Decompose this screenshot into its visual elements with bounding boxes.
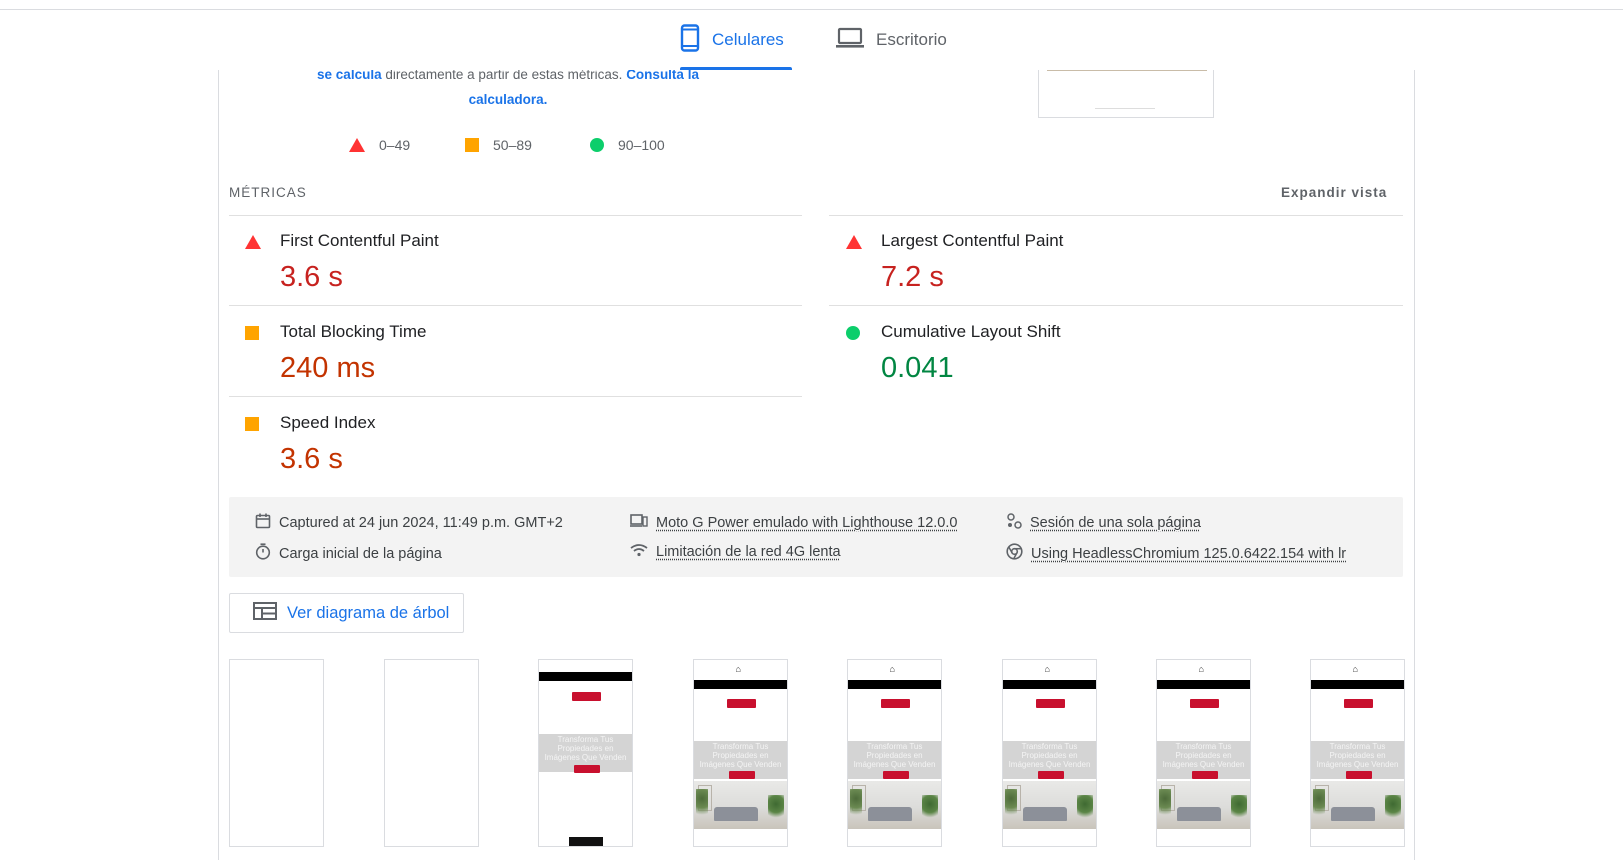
metric-name: Total Blocking Time	[280, 322, 427, 341]
fail-triangle-icon	[846, 235, 862, 249]
wifi-icon	[630, 543, 648, 561]
filmstrip-frame[interactable]: ⌂ Transforma Tus Propiedades en Imágenes…	[693, 659, 788, 847]
metric-value: 3.6 s	[280, 443, 343, 475]
devices-icon	[630, 513, 648, 532]
house-icon: ⌂	[1352, 664, 1358, 674]
filmstrip-frame[interactable]	[384, 659, 479, 847]
tab-desktop[interactable]: Escritorio	[836, 10, 947, 70]
metric-value: 240 ms	[280, 352, 376, 384]
treemap-icon	[253, 601, 277, 625]
active-tab-indicator	[680, 67, 792, 70]
legend-pass: 90–100	[590, 137, 665, 153]
user-flow-icon	[1006, 513, 1022, 533]
legend-fail: 0–49	[349, 137, 410, 153]
legend-average-range: 50–89	[493, 137, 532, 153]
filmstrip: Transforma Tus Propiedades en Imágenes Q…	[0, 659, 1623, 855]
runtime-network-text: Limitación de la red 4G lenta	[656, 544, 841, 560]
metric-name: Largest Contentful Paint	[881, 231, 1064, 250]
tab-mobile[interactable]: Celulares	[680, 10, 792, 70]
runtime-session[interactable]: Sesión de una sola página	[1006, 513, 1201, 533]
metrics-divider	[829, 215, 1403, 216]
laptop-icon	[836, 27, 864, 54]
runtime-load-text: Carga inicial de la página	[279, 545, 442, 562]
expand-view-button[interactable]: Expandir vista	[1281, 185, 1387, 200]
chrome-icon	[1006, 543, 1023, 564]
average-square-icon	[465, 138, 479, 152]
metrics-divider	[229, 396, 802, 397]
metrics-section-label: MÉTRICAS	[229, 185, 307, 200]
runtime-settings-panel: Captured at 24 jun 2024, 11:49 p.m. GMT+…	[229, 497, 1403, 577]
metric-value: 0.041	[881, 352, 954, 384]
fail-triangle-icon	[245, 235, 261, 249]
metric-name: First Contentful Paint	[280, 231, 439, 250]
pass-circle-icon	[590, 138, 604, 152]
runtime-captured-text: Captured at 24 jun 2024, 11:49 p.m. GMT+…	[279, 515, 563, 531]
runtime-captured: Captured at 24 jun 2024, 11:49 p.m. GMT+…	[255, 513, 563, 533]
legend-fail-range: 0–49	[379, 137, 411, 153]
tab-mobile-label: Celulares	[712, 30, 784, 49]
metric-value: 3.6 s	[280, 261, 343, 293]
metrics-divider	[229, 215, 802, 216]
timer-icon	[255, 543, 271, 564]
pass-circle-icon	[846, 326, 860, 340]
filmstrip-frame[interactable]: ⌂ Transforma Tus Propiedades en Imágenes…	[1310, 659, 1405, 847]
filmstrip-frame[interactable]: ⌂ Transforma Tus Propiedades en Imágenes…	[1002, 659, 1097, 847]
metrics-divider	[229, 305, 802, 306]
smartphone-icon	[680, 23, 700, 57]
average-square-icon	[245, 326, 259, 340]
filmstrip-frame[interactable]: Transforma Tus Propiedades en Imágenes Q…	[538, 659, 633, 847]
metric-value: 7.2 s	[881, 261, 944, 293]
legend-average: 50–89	[465, 137, 532, 153]
metrics-divider	[829, 305, 1403, 306]
treemap-button[interactable]: Ver diagrama de árbol	[229, 593, 464, 633]
runtime-load: Carga inicial de la página	[255, 543, 442, 564]
legend-pass-range: 90–100	[618, 137, 665, 153]
house-icon: ⌂	[889, 664, 895, 674]
calendar-icon	[255, 513, 271, 533]
average-square-icon	[245, 417, 259, 431]
filmstrip-frame[interactable]: ⌂ Transforma Tus Propiedades en Imágenes…	[1156, 659, 1251, 847]
runtime-device-text: Moto G Power emulado with Lighthouse 12.…	[656, 514, 958, 531]
metric-name: Speed Index	[280, 413, 376, 432]
runtime-session-text: Sesión de una sola página	[1030, 515, 1201, 531]
house-icon: ⌂	[1198, 664, 1204, 674]
runtime-device[interactable]: Moto G Power emulado with Lighthouse 12.…	[630, 513, 957, 532]
runtime-browser[interactable]: Using HeadlessChromium 125.0.6422.154 wi…	[1006, 543, 1346, 564]
fail-triangle-icon	[349, 138, 365, 152]
tab-desktop-label: Escritorio	[876, 30, 947, 49]
house-icon: ⌂	[735, 664, 741, 674]
filmstrip-frame[interactable]: ⌂ Transforma Tus Propiedades en Imágenes…	[847, 659, 942, 847]
metric-name: Cumulative Layout Shift	[881, 322, 1061, 341]
house-icon: ⌂	[1044, 664, 1050, 674]
filmstrip-frame[interactable]	[229, 659, 324, 847]
treemap-button-label: Ver diagrama de árbol	[287, 603, 450, 622]
runtime-network[interactable]: Limitación de la red 4G lenta	[630, 543, 841, 561]
runtime-browser-text: Using HeadlessChromium 125.0.6422.154 wi…	[1031, 545, 1347, 562]
device-tabs: Celulares Escritorio	[0, 10, 1623, 70]
